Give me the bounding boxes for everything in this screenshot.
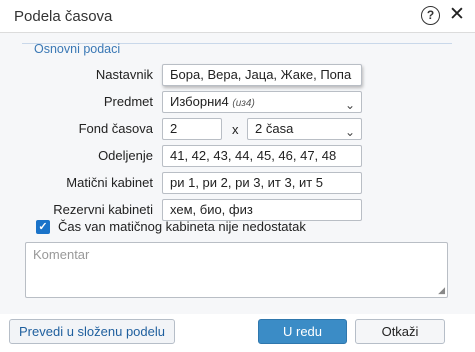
- fond-input[interactable]: 2: [162, 118, 222, 140]
- dialog-content: Osnovni podaci Nastavnik Бора, Вера, Јац…: [0, 33, 475, 314]
- chevron-down-icon: ⌄: [344, 125, 355, 139]
- rezervni-label: Rezervni kabineti: [53, 202, 153, 217]
- title-bar: Podela časova ? ✕: [0, 0, 475, 33]
- dialog-footer: Prevedi u složenu podelu U redu Otkaži: [0, 314, 475, 352]
- help-icon[interactable]: ?: [421, 6, 440, 25]
- van-kabineta-label: Čas van matičnog kabineta nije nedostata…: [58, 219, 306, 234]
- ok-button[interactable]: U redu: [258, 319, 347, 344]
- resize-handle-icon[interactable]: ◢: [438, 285, 445, 296]
- prevedi-button[interactable]: Prevedi u složenu podelu: [9, 319, 175, 344]
- maticni-label: Matični kabinet: [66, 175, 153, 190]
- van-kabineta-checkbox[interactable]: ✓: [36, 220, 50, 234]
- comment-placeholder: Komentar: [33, 247, 90, 262]
- predmet-select[interactable]: Изборни4 (из4) ⌄: [162, 91, 362, 113]
- nastavnik-field[interactable]: Бора, Вера, Јаца, Жаке, Попа: [162, 64, 362, 86]
- odeljenje-field[interactable]: 41, 42, 43, 44, 45, 46, 47, 48: [162, 145, 362, 167]
- predmet-hint: (из4): [232, 98, 255, 109]
- rezervni-field[interactable]: хем, био, физ: [162, 199, 362, 221]
- dialog-title: Podela časova: [14, 8, 113, 25]
- predmet-label: Predmet: [103, 94, 153, 109]
- fond-per-value: 2 časa: [255, 121, 294, 136]
- predmet-value: Изборни4: [170, 94, 229, 109]
- odeljenje-label: Odeljenje: [98, 148, 153, 163]
- chevron-down-icon: ⌄: [344, 98, 355, 112]
- comment-textarea[interactable]: Komentar ◢: [25, 242, 448, 298]
- nastavnik-label: Nastavnik: [95, 67, 153, 82]
- maticni-field[interactable]: ри 1, ри 2, ри 3, ит 3, ит 5: [162, 172, 362, 194]
- fond-per-select[interactable]: 2 časa ⌄: [247, 118, 362, 140]
- cancel-button[interactable]: Otkaži: [355, 319, 445, 344]
- times-sign: x: [232, 122, 239, 137]
- close-icon[interactable]: ✕: [447, 5, 467, 25]
- section-label: Osnovni podaci: [34, 42, 121, 56]
- fond-label: Fond časova: [78, 121, 153, 136]
